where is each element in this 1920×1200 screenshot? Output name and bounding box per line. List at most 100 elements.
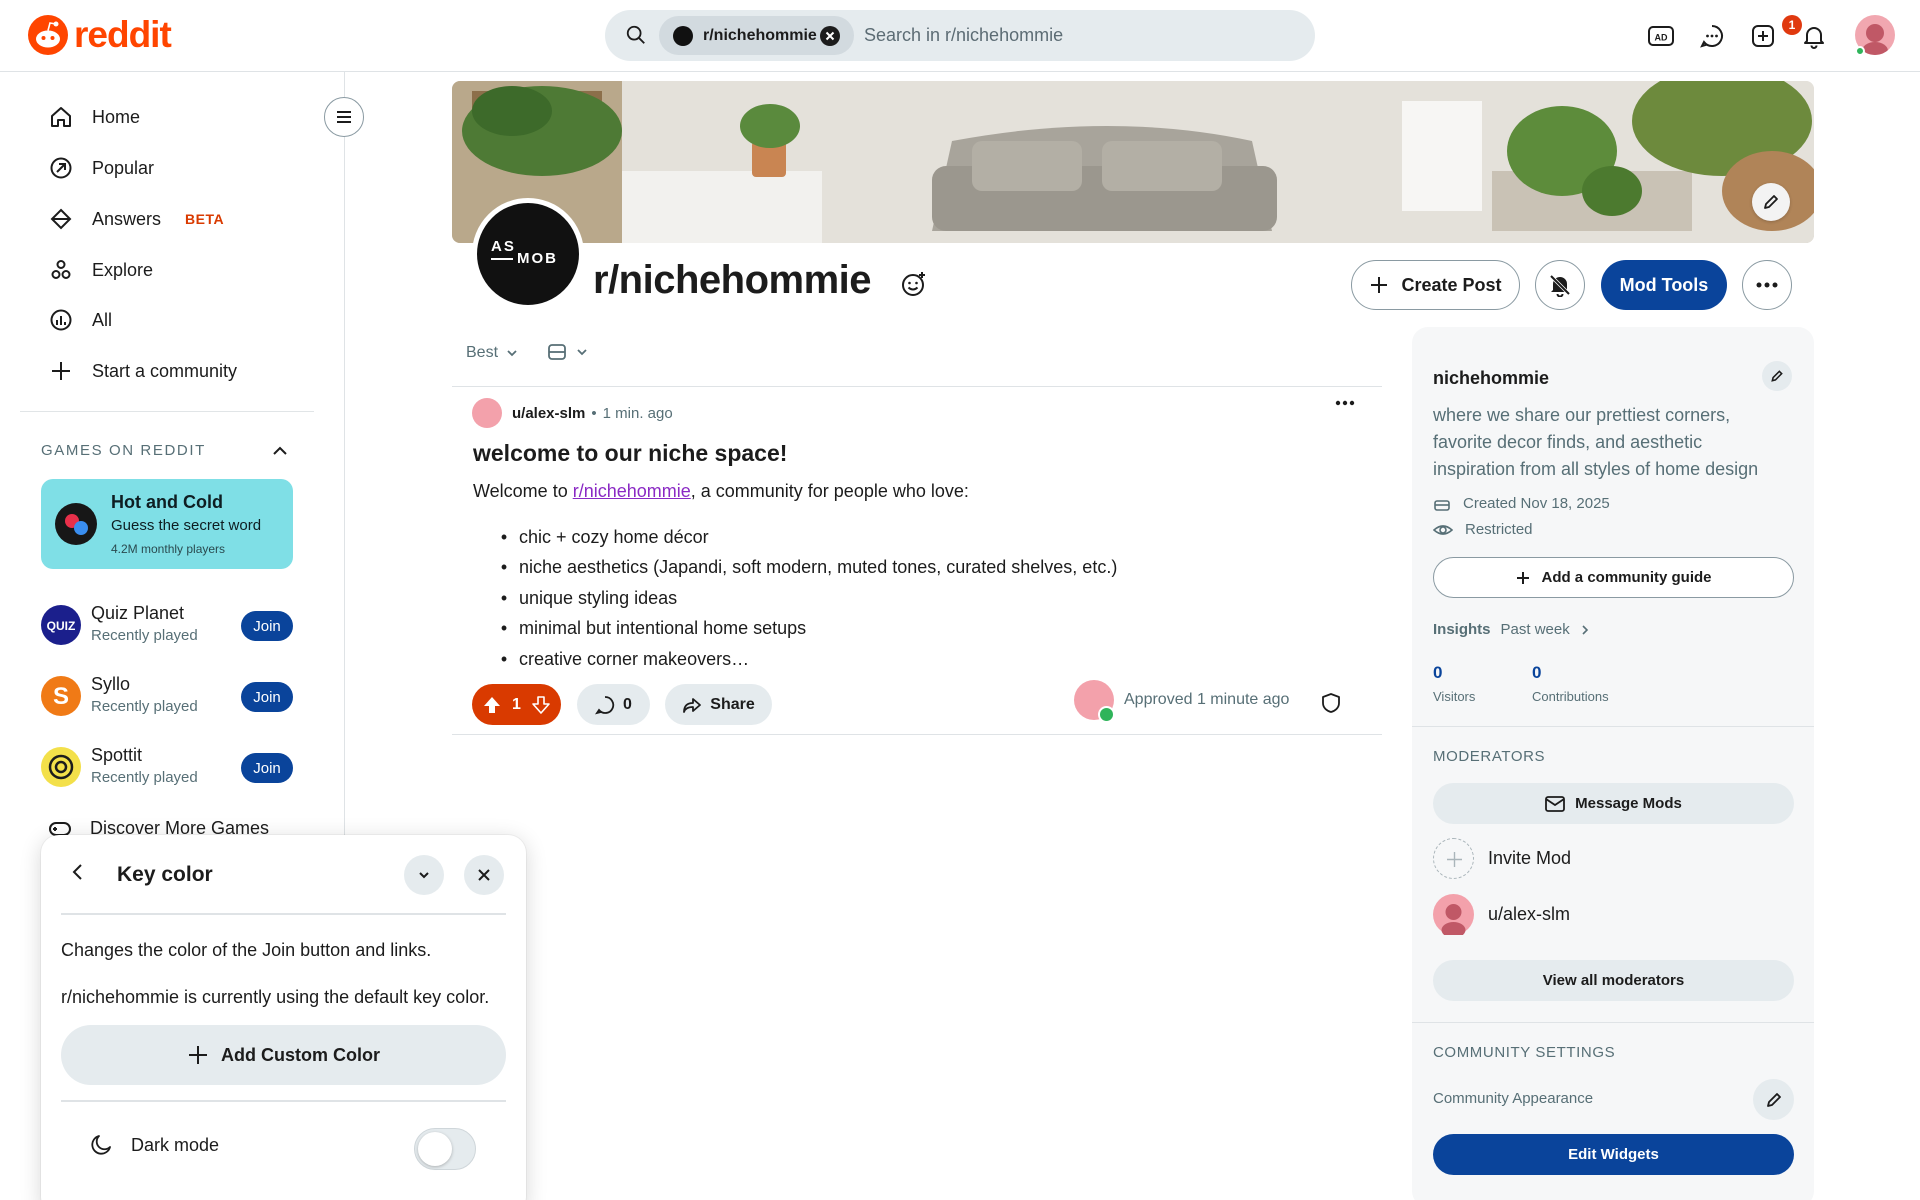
chat-icon[interactable] bbox=[1694, 18, 1730, 54]
comment-count: 0 bbox=[623, 695, 632, 713]
edit-appearance-button[interactable] bbox=[1753, 1079, 1794, 1120]
contributions-count: 0 bbox=[1532, 663, 1542, 682]
post-author[interactable]: u/alex-slm bbox=[512, 405, 585, 422]
community-link[interactable]: r/nichehommie bbox=[573, 481, 691, 501]
key-color-status: r/nichehommie is currently using the def… bbox=[61, 987, 490, 1007]
mod-shield-icon[interactable] bbox=[1321, 692, 1341, 714]
game-row-spottit[interactable]: Spottit Recently played Join bbox=[41, 743, 293, 791]
game-name: Spottit bbox=[91, 745, 143, 765]
top-header: reddit r/nichehommie AD 1 bbox=[0, 0, 1920, 72]
sidebar-divider bbox=[1412, 726, 1814, 727]
visibility-text: Restricted bbox=[1465, 521, 1533, 538]
dark-mode-label: Dark mode bbox=[131, 1134, 220, 1155]
view-mode-dropdown[interactable] bbox=[548, 344, 590, 360]
game-name: Quiz Planet bbox=[91, 603, 185, 623]
create-post-button[interactable]: Create Post bbox=[1351, 260, 1520, 310]
beta-badge: BETA bbox=[185, 211, 225, 227]
list-item: minimal but intentional home setups bbox=[473, 614, 1117, 645]
sort-label: Best bbox=[466, 344, 499, 361]
close-panel-button[interactable] bbox=[464, 855, 504, 895]
edit-description-button[interactable] bbox=[1762, 361, 1792, 391]
comment-icon bbox=[595, 695, 615, 714]
collapse-sidebar-button[interactable] bbox=[324, 97, 364, 137]
sidebar-item-start-community[interactable]: Start a community bbox=[48, 353, 237, 389]
downvote-icon[interactable] bbox=[531, 695, 551, 715]
join-quiz-planet-button[interactable]: Join bbox=[241, 611, 293, 641]
chevron-down-icon bbox=[507, 350, 517, 357]
community-chip-avatar bbox=[673, 25, 693, 46]
featured-game-card[interactable]: Hot and Cold Guess the secret word 4.2M … bbox=[41, 479, 293, 569]
search-scope-chip[interactable]: r/nichehommie bbox=[659, 16, 854, 55]
search-input[interactable] bbox=[864, 10, 1284, 61]
panel-divider bbox=[61, 913, 506, 915]
community-avatar[interactable]: AS MOB bbox=[472, 198, 584, 310]
join-syllo-button[interactable]: Join bbox=[241, 682, 293, 712]
insights-link[interactable]: Insights Past week bbox=[1433, 621, 1590, 638]
explore-icon bbox=[48, 257, 74, 283]
reddit-logo[interactable]: reddit bbox=[28, 14, 172, 56]
panel-divider bbox=[61, 1100, 506, 1102]
game-row-quiz-planet[interactable]: QUIZ Quiz Planet Recently played Join bbox=[41, 601, 293, 649]
comments-button[interactable]: 0 bbox=[577, 684, 650, 725]
upvote-icon[interactable] bbox=[482, 695, 502, 715]
plus-icon bbox=[1517, 571, 1530, 584]
more-options-button[interactable] bbox=[1742, 260, 1792, 310]
guide-label: Add a community guide bbox=[1541, 569, 1712, 586]
notifications-toggle-button[interactable] bbox=[1535, 260, 1585, 310]
post-options-button[interactable] bbox=[1335, 400, 1355, 406]
visitors-count: 0 bbox=[1433, 663, 1443, 682]
search-icon bbox=[626, 25, 645, 44]
sidebar-divider bbox=[20, 411, 314, 412]
sidebar-item-all[interactable]: All bbox=[48, 302, 112, 338]
share-button[interactable]: Share bbox=[665, 684, 772, 725]
spottit-icon bbox=[41, 747, 81, 787]
sidebar-item-explore[interactable]: Explore bbox=[48, 252, 153, 288]
vote-count: 1 bbox=[512, 695, 521, 713]
mail-icon bbox=[1545, 795, 1566, 812]
back-button[interactable] bbox=[67, 861, 89, 883]
sort-dropdown[interactable]: Best bbox=[466, 344, 520, 362]
dark-mode-toggle[interactable] bbox=[414, 1128, 476, 1170]
invite-mod-label: Invite Mod bbox=[1488, 848, 1572, 868]
moderator-row[interactable]: u/alex-slm bbox=[1433, 894, 1570, 935]
minimize-panel-button[interactable] bbox=[404, 855, 444, 895]
post-divider bbox=[452, 734, 1382, 735]
community-emoji-button[interactable] bbox=[898, 268, 930, 300]
clear-scope-icon[interactable] bbox=[820, 26, 840, 46]
popular-icon bbox=[48, 155, 74, 181]
create-icon[interactable] bbox=[1745, 18, 1781, 54]
edit-banner-button[interactable] bbox=[1752, 183, 1790, 221]
svg-text:QUIZ: QUIZ bbox=[47, 619, 76, 633]
sidebar-item-answers[interactable]: Answers BETA bbox=[48, 201, 224, 237]
game-row-syllo[interactable]: S Syllo Recently played Join bbox=[41, 672, 293, 720]
message-mods-button[interactable]: Message Mods bbox=[1433, 783, 1794, 824]
add-custom-color-button[interactable]: Add Custom Color bbox=[61, 1025, 506, 1085]
community-settings-title: COMMUNITY SETTINGS bbox=[1433, 1044, 1616, 1061]
view-all-moderators-button[interactable]: View all moderators bbox=[1433, 960, 1794, 1001]
advertise-icon[interactable]: AD bbox=[1643, 18, 1679, 54]
edit-widgets-button[interactable]: Edit Widgets bbox=[1433, 1134, 1794, 1175]
approver-avatar bbox=[1074, 680, 1115, 723]
post-title[interactable]: welcome to our niche space! bbox=[473, 440, 787, 467]
created-date: Created Nov 18, 2025 bbox=[1433, 494, 1610, 512]
post-author-avatar[interactable] bbox=[472, 398, 502, 428]
mod-tools-button[interactable]: Mod Tools bbox=[1601, 260, 1727, 310]
add-community-guide-button[interactable]: Add a community guide bbox=[1433, 557, 1794, 598]
sidebar-item-home[interactable]: Home bbox=[48, 99, 140, 135]
community-banner bbox=[452, 81, 1814, 243]
close-icon bbox=[478, 869, 490, 881]
search-bar[interactable]: r/nichehommie bbox=[605, 10, 1315, 61]
chevron-down-icon bbox=[419, 872, 429, 879]
post-meta-separator: • bbox=[591, 404, 597, 422]
list-item: unique styling ideas bbox=[473, 583, 1117, 614]
approved-check-icon bbox=[1098, 706, 1115, 723]
insights-period: Past week bbox=[1500, 621, 1570, 638]
approval-status: Approved 1 minute ago bbox=[1074, 680, 1289, 723]
invite-mod-row[interactable]: Invite Mod bbox=[1433, 838, 1571, 879]
join-spottit-button[interactable]: Join bbox=[241, 753, 293, 783]
game-status: Recently played bbox=[91, 769, 198, 786]
moderator-avatar bbox=[1433, 894, 1474, 935]
chevron-up-icon[interactable] bbox=[270, 441, 290, 461]
sidebar-item-popular[interactable]: Popular bbox=[48, 150, 154, 186]
post-time: 1 min. ago bbox=[602, 404, 673, 422]
